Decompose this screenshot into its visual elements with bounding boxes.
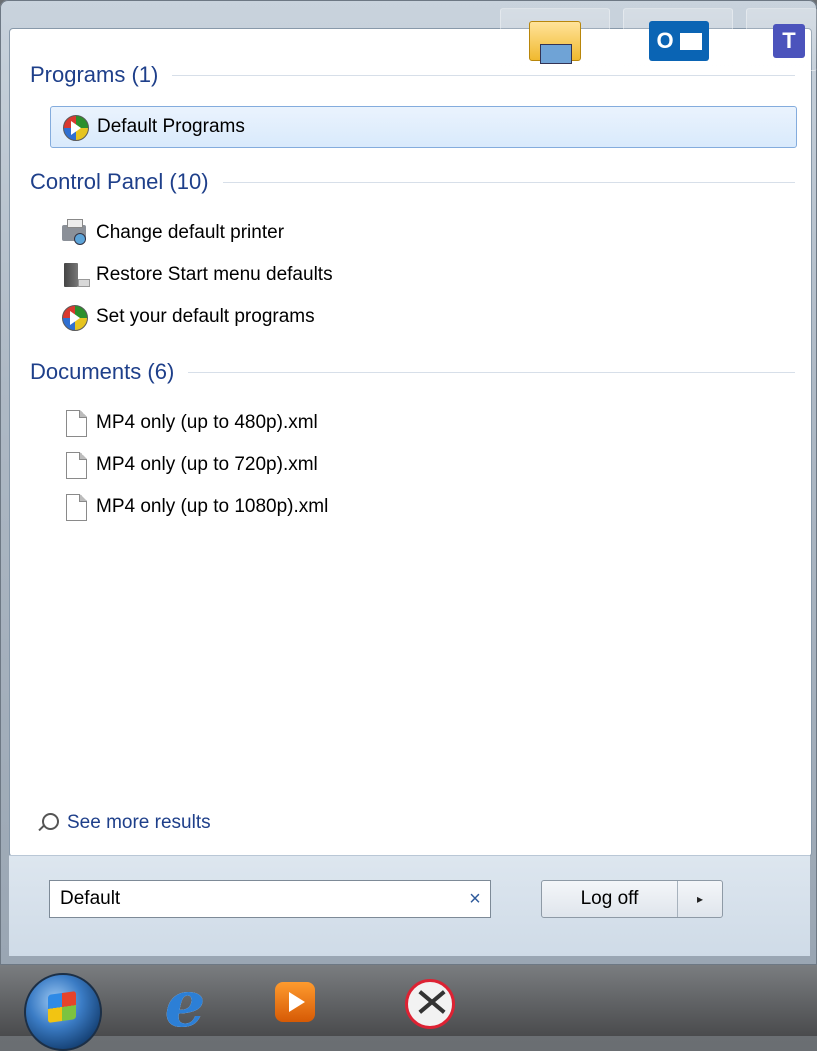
document-icon (60, 451, 88, 479)
result-set-default-programs[interactable]: Set your default programs (50, 297, 795, 337)
search-icon (37, 812, 59, 834)
divider (172, 74, 795, 76)
result-default-programs[interactable]: Default Programs (50, 106, 797, 148)
result-label: MP4 only (up to 480p).xml (96, 412, 318, 433)
result-restore-start-menu-defaults[interactable]: Restore Start menu defaults (50, 255, 795, 295)
start-orb[interactable] (24, 973, 102, 1051)
computer-tower-icon (60, 261, 90, 289)
teams-icon: T (767, 21, 811, 61)
result-label: Set your default programs (96, 306, 315, 327)
see-more-label: See more results (67, 812, 211, 833)
document-icon (60, 409, 88, 437)
result-document[interactable]: MP4 only (up to 720p).xml (50, 445, 795, 485)
result-change-default-printer[interactable]: Change default printer (50, 213, 795, 253)
file-explorer-icon (527, 17, 583, 65)
internet-explorer-icon[interactable]: e (150, 967, 220, 1042)
result-label: Default Programs (97, 116, 245, 137)
clear-search-icon[interactable]: × (460, 888, 490, 911)
divider (222, 181, 795, 183)
result-document[interactable]: MP4 only (up to 1080p).xml (50, 487, 795, 527)
log-off-button[interactable]: Log off (542, 881, 677, 917)
document-icon (60, 493, 88, 521)
log-off-label: Log off (580, 888, 639, 909)
default-programs-icon (61, 113, 89, 141)
snipping-tool-icon[interactable] (395, 972, 465, 1036)
default-programs-icon (60, 303, 88, 331)
media-player-icon[interactable] (268, 975, 322, 1029)
result-label: Change default printer (96, 222, 285, 243)
result-document[interactable]: MP4 only (up to 480p).xml (50, 403, 795, 443)
file-explorer-button[interactable] (500, 8, 610, 71)
result-label: MP4 only (up to 720p).xml (96, 454, 318, 475)
arrow-glyph: ▸ (696, 892, 704, 906)
search-box[interactable]: × (49, 880, 491, 918)
programs-header-label: Programs (1) (30, 62, 159, 87)
divider (188, 371, 795, 373)
shutdown-options-arrow-icon[interactable]: ▸ (677, 881, 722, 917)
outlook-icon: O (646, 19, 712, 63)
shutdown-button-group: Log off ▸ (541, 880, 723, 918)
result-label: MP4 only (up to 1080p).xml (96, 496, 329, 517)
teams-button[interactable]: T (746, 8, 817, 71)
printer-icon (60, 219, 88, 247)
control-panel-header-label: Control Panel (10) (30, 169, 209, 194)
documents-header[interactable]: Documents (6) (30, 357, 795, 387)
outlook-button[interactable]: O (623, 8, 733, 71)
documents-header-label: Documents (6) (30, 359, 175, 384)
search-input[interactable] (50, 887, 460, 911)
see-more-results-link[interactable]: See more results (37, 812, 211, 834)
control-panel-header[interactable]: Control Panel (10) (30, 167, 795, 197)
result-label: Restore Start menu defaults (96, 264, 333, 285)
